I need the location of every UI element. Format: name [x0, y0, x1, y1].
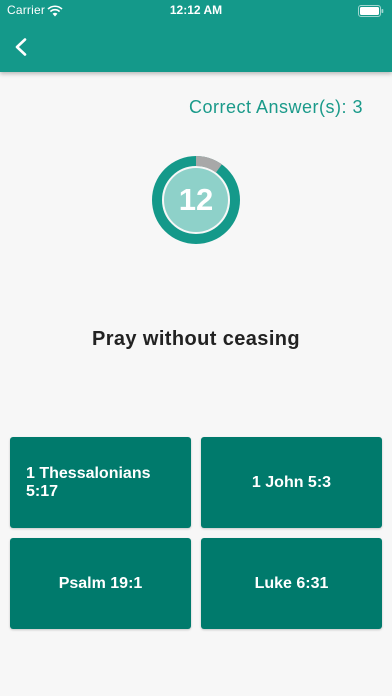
answer-label: Psalm 19:1: [58, 574, 143, 592]
answer-button-3[interactable]: Psalm 19:1: [10, 538, 191, 629]
question-text: Pray without ceasing: [91, 328, 301, 350]
countdown-timer: 12: [152, 156, 240, 244]
timer-value: 12: [178, 182, 214, 217]
back-button[interactable]: [8, 31, 36, 61]
answer-label: Luke 6:31: [254, 574, 329, 592]
answer-button-1[interactable]: 1 Thessalonians 5:17: [10, 437, 191, 528]
answer-label: 1 John 5:3: [251, 473, 332, 491]
correct-answers-count: Correct Answer(s): 3: [188, 97, 363, 117]
navigation-bar: Carrier 12:12 AM: [0, 0, 392, 72]
status-time: 12:12 AM: [169, 3, 223, 17]
battery-icon: [358, 4, 384, 17]
answer-label: 1 Thessalonians 5:17: [26, 464, 151, 500]
answer-button-4[interactable]: Luke 6:31: [201, 538, 382, 629]
answer-button-2[interactable]: 1 John 5:3: [201, 437, 382, 528]
